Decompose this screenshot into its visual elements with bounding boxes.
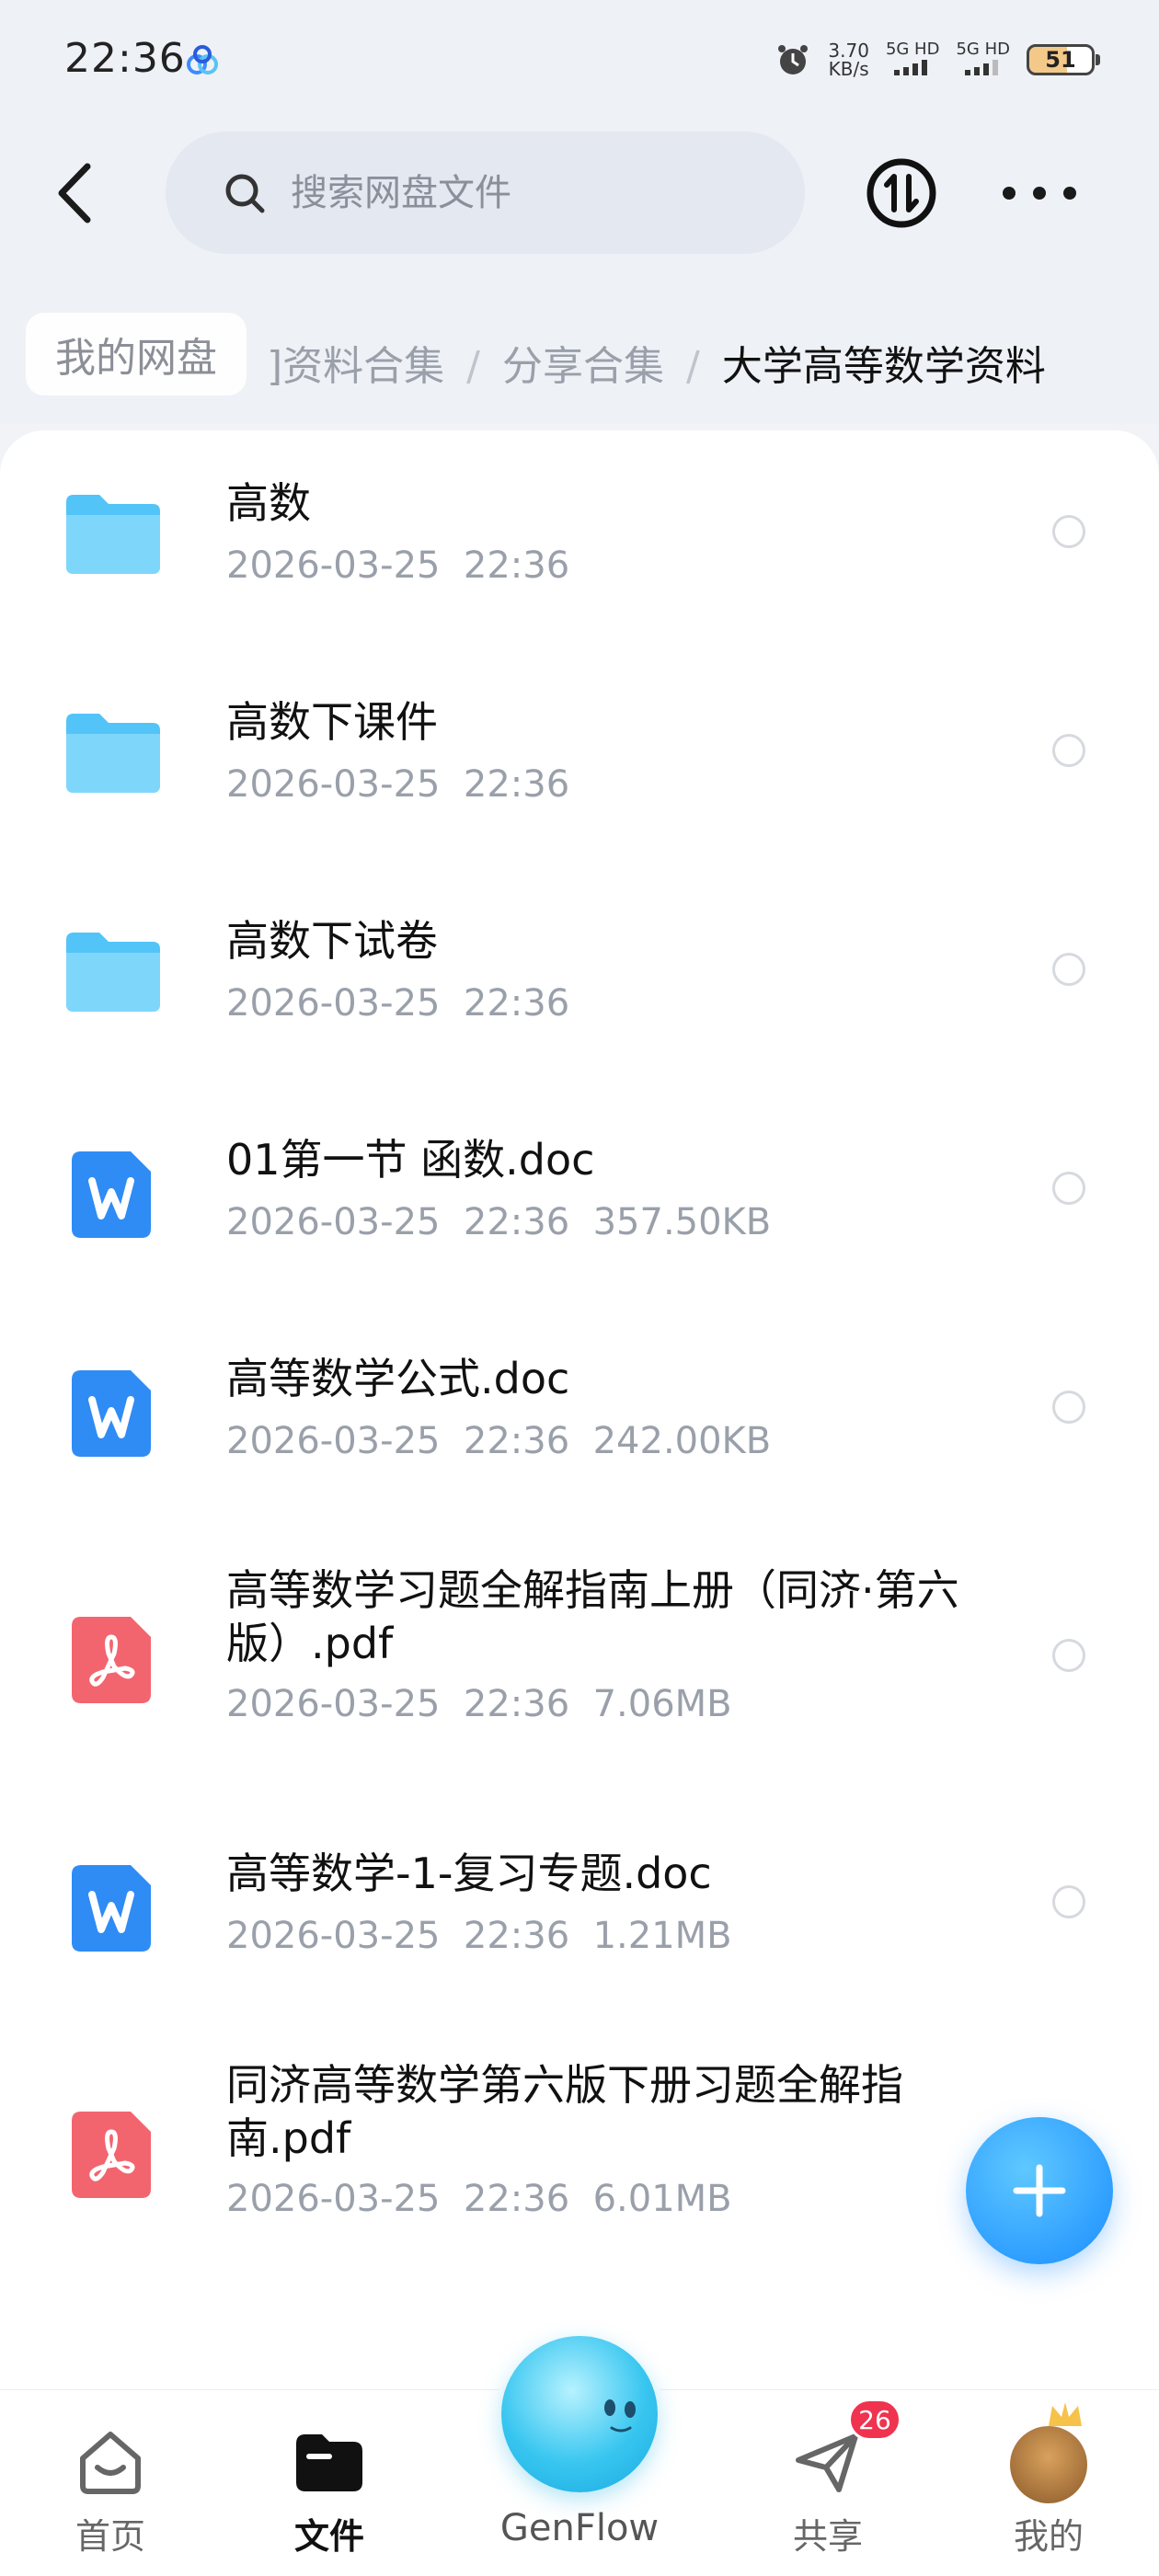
file-row[interactable]: 高数 2026-03-25 22:36 bbox=[0, 430, 1159, 649]
nav-me-label: 我的 bbox=[1013, 2516, 1084, 2557]
signal-sim2: 5G HD bbox=[956, 40, 1010, 80]
sim2-label: 5G HD bbox=[956, 39, 1010, 59]
transfer-list-icon[interactable] bbox=[865, 156, 938, 230]
file-meta: 2026-03-25 22:36 bbox=[226, 544, 570, 587]
status-bar: 22:36 3.70 KB/s 5G HD 5G HD 51 bbox=[0, 0, 1159, 120]
net-speed: 3.70 KB/s bbox=[828, 41, 869, 78]
file-meta: 2026-03-25 22:36 6.01MB bbox=[226, 2178, 732, 2220]
net-speed-value: 3.70 bbox=[828, 40, 869, 62]
nav-files[interactable]: 文件 bbox=[237, 2390, 421, 2576]
file-row[interactable]: 高等数学-1-复习专题.doc 2026-03-25 22:36 1.21MB bbox=[0, 1801, 1159, 2020]
breadcrumb-separator: / bbox=[686, 343, 700, 390]
file-row[interactable]: 高数下试卷 2026-03-25 22:36 bbox=[0, 868, 1159, 1087]
plus-icon bbox=[1013, 2164, 1066, 2217]
back-button[interactable] bbox=[48, 156, 103, 230]
select-radio[interactable] bbox=[1052, 515, 1085, 548]
file-name: 高数下试卷 bbox=[226, 916, 438, 966]
file-meta: 2026-03-25 22:36 bbox=[226, 982, 570, 1025]
baidu-netdisk-icon bbox=[187, 45, 218, 74]
file-meta: 2026-03-25 22:36 7.06MB bbox=[226, 1683, 732, 1725]
folder-icon bbox=[66, 714, 160, 793]
breadcrumb: ]资料合集 / 分享合集 / 大学高等数学资料 我的网盘 bbox=[0, 313, 1159, 405]
chevron-left-icon bbox=[58, 163, 91, 223]
file-row[interactable]: 高等数学习题全解指南上册（同济·第六版）.pdf 2026-03-25 22:3… bbox=[0, 1525, 1159, 1801]
breadcrumb-path: ]资料合集 / 分享合集 / 大学高等数学资料 bbox=[267, 333, 1046, 392]
word-doc-icon bbox=[72, 1151, 151, 1238]
dot-icon bbox=[1033, 187, 1046, 200]
file-row[interactable]: 高数下课件 2026-03-25 22:36 bbox=[0, 649, 1159, 868]
nav-genflow-label: GenFlow bbox=[499, 2507, 660, 2549]
file-meta: 2026-03-25 22:36 bbox=[226, 763, 570, 806]
file-row[interactable]: 高等数学公式.doc 2026-03-25 22:36 242.00KB bbox=[0, 1306, 1159, 1525]
file-name: 同济高等数学第六版下册习题全解指南.pdf bbox=[226, 2060, 903, 2163]
select-radio[interactable] bbox=[1052, 734, 1085, 767]
file-meta: 2026-03-25 22:36 1.21MB bbox=[226, 1915, 732, 1957]
genflow-button[interactable] bbox=[501, 2336, 658, 2492]
nav-home-label: 首页 bbox=[75, 2516, 145, 2557]
select-radio[interactable] bbox=[1052, 1172, 1085, 1205]
alarm-icon bbox=[778, 45, 809, 74]
select-radio[interactable] bbox=[1052, 1639, 1085, 1672]
dot-icon bbox=[1063, 187, 1076, 200]
select-radio[interactable] bbox=[1052, 1885, 1085, 1918]
file-name: 高等数学习题全解指南上册（同济·第六版）.pdf bbox=[226, 1565, 959, 1668]
file-row[interactable]: 01第一节 函数.doc 2026-03-25 22:36 357.50KB bbox=[0, 1087, 1159, 1306]
file-meta: 2026-03-25 22:36 357.50KB bbox=[226, 1201, 772, 1243]
breadcrumb-current: 大学高等数学资料 bbox=[721, 343, 1046, 390]
pdf-icon bbox=[72, 2112, 151, 2198]
word-doc-icon bbox=[72, 1370, 151, 1457]
file-list: 高数 2026-03-25 22:36 高数下课件 2026-03-25 22:… bbox=[0, 430, 1159, 2389]
more-options-button[interactable] bbox=[1003, 175, 1076, 212]
signal-sim1: 5G HD bbox=[885, 39, 940, 80]
nav-home[interactable]: 首页 bbox=[18, 2390, 202, 2576]
file-name: 高等数学-1-复习专题.doc bbox=[226, 1849, 712, 1898]
signal-bars-icon bbox=[964, 59, 998, 75]
nav-files-label: 文件 bbox=[293, 2516, 364, 2557]
breadcrumb-home[interactable]: 我的网盘 bbox=[26, 313, 247, 395]
search-input[interactable] bbox=[289, 170, 771, 215]
file-name: 01第一节 函数.doc bbox=[226, 1135, 595, 1185]
sim1-label: 5G HD bbox=[885, 39, 940, 59]
select-radio[interactable] bbox=[1052, 953, 1085, 986]
share-badge: 26 bbox=[848, 2399, 901, 2441]
signal-bars-icon bbox=[894, 59, 928, 75]
dot-icon bbox=[1003, 187, 1016, 200]
file-name: 高数下课件 bbox=[226, 697, 438, 747]
crown-icon bbox=[1049, 2402, 1082, 2426]
battery-indicator: 51 bbox=[1027, 44, 1100, 75]
word-doc-icon bbox=[72, 1865, 151, 1952]
folder-icon bbox=[66, 495, 160, 574]
breadcrumb-separator: / bbox=[466, 343, 480, 390]
nav-share-label: 共享 bbox=[792, 2516, 863, 2557]
avatar[interactable] bbox=[1010, 2426, 1087, 2503]
search-bar[interactable] bbox=[166, 132, 805, 254]
status-time: 22:36 bbox=[64, 35, 186, 82]
net-speed-unit: KB/s bbox=[828, 58, 869, 80]
battery-level: 51 bbox=[1045, 47, 1076, 73]
add-button[interactable] bbox=[966, 2117, 1113, 2264]
genflow-mascot-icon bbox=[604, 2399, 636, 2433]
pdf-icon bbox=[72, 1617, 151, 1703]
file-name: 高数 bbox=[226, 478, 311, 528]
send-icon bbox=[796, 2433, 858, 2492]
file-name: 高等数学公式.doc bbox=[226, 1354, 570, 1403]
folder-icon bbox=[66, 933, 160, 1012]
file-meta: 2026-03-25 22:36 242.00KB bbox=[226, 1420, 772, 1462]
breadcrumb-item[interactable]: 分享合集 bbox=[502, 343, 664, 390]
home-icon bbox=[80, 2432, 141, 2494]
select-radio[interactable] bbox=[1052, 1391, 1085, 1424]
status-right: 3.70 KB/s 5G HD 5G HD 51 bbox=[775, 37, 1100, 83]
breadcrumb-item[interactable]: ]资料合集 bbox=[267, 343, 444, 390]
search-icon bbox=[225, 174, 265, 212]
folder-filled-icon bbox=[296, 2434, 362, 2491]
